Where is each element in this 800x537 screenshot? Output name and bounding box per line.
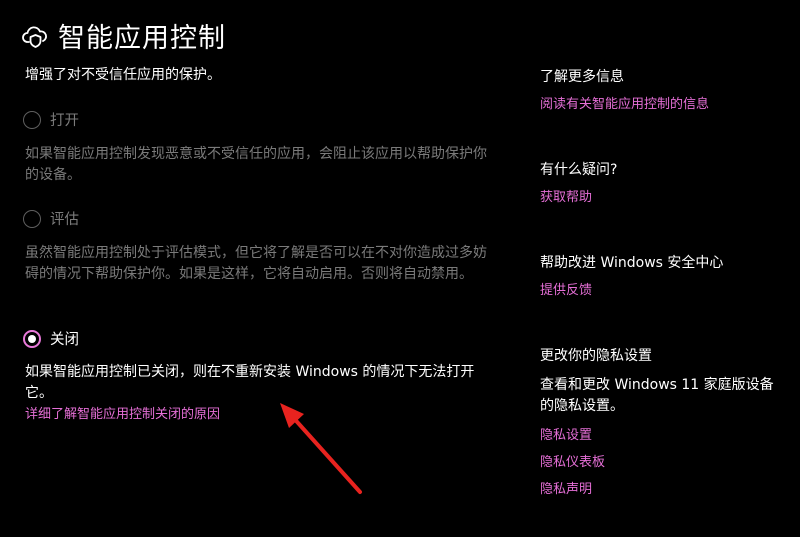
privacy-description: 查看和更改 Windows 11 家庭版设备的隐私设置。 (540, 377, 774, 414)
off-reason-link[interactable]: 详细了解智能应用控制关闭的原因 (25, 403, 220, 422)
radio-evaluate[interactable] (23, 209, 41, 228)
annotation-arrow-icon (280, 403, 362, 494)
option-off-description: 如果智能应用控制已关闭，则在不重新安装 Windows 的情况下无法打开它。 (25, 364, 475, 401)
privacy-dashboard-link[interactable]: 隐私仪表板 (540, 451, 605, 470)
feedback-link[interactable]: 提供反馈 (540, 279, 592, 298)
option-off-label: 关闭 (50, 332, 79, 348)
questions-heading: 有什么疑问? (540, 162, 618, 178)
option-evaluate-description: 虽然智能应用控制处于评估模式，但它将了解是否可以在不对你造成过多妨碍的情况下帮助… (25, 245, 487, 282)
improve-heading: 帮助改进 Windows 安全中心 (540, 255, 724, 271)
option-on-description: 如果智能应用控制发现恶意或不受信任的应用，会阻止该应用以帮助保护你的设备。 (25, 146, 487, 183)
privacy-heading: 更改你的隐私设置 (540, 348, 652, 364)
read-about-link[interactable]: 阅读有关智能应用控制的信息 (540, 93, 709, 112)
radio-on[interactable] (23, 110, 41, 129)
page-subtitle: 增强了对不受信任应用的保护。 (25, 67, 221, 83)
option-evaluate[interactable]: 评估 (23, 208, 79, 229)
option-on[interactable]: 打开 (23, 109, 79, 130)
learn-more-heading: 了解更多信息 (540, 69, 624, 85)
privacy-statement-link[interactable]: 隐私声明 (540, 478, 592, 497)
option-on-label: 打开 (50, 113, 79, 129)
privacy-settings-link[interactable]: 隐私设置 (540, 424, 592, 443)
page-title: 智能应用控制 (58, 23, 226, 54)
radio-off[interactable] (23, 329, 41, 348)
option-evaluate-label: 评估 (50, 212, 79, 228)
get-help-link[interactable]: 获取帮助 (540, 186, 592, 205)
page-header: 智能应用控制 (22, 16, 226, 55)
cloud-shield-icon (22, 23, 48, 49)
option-off[interactable]: 关闭 (23, 328, 79, 349)
